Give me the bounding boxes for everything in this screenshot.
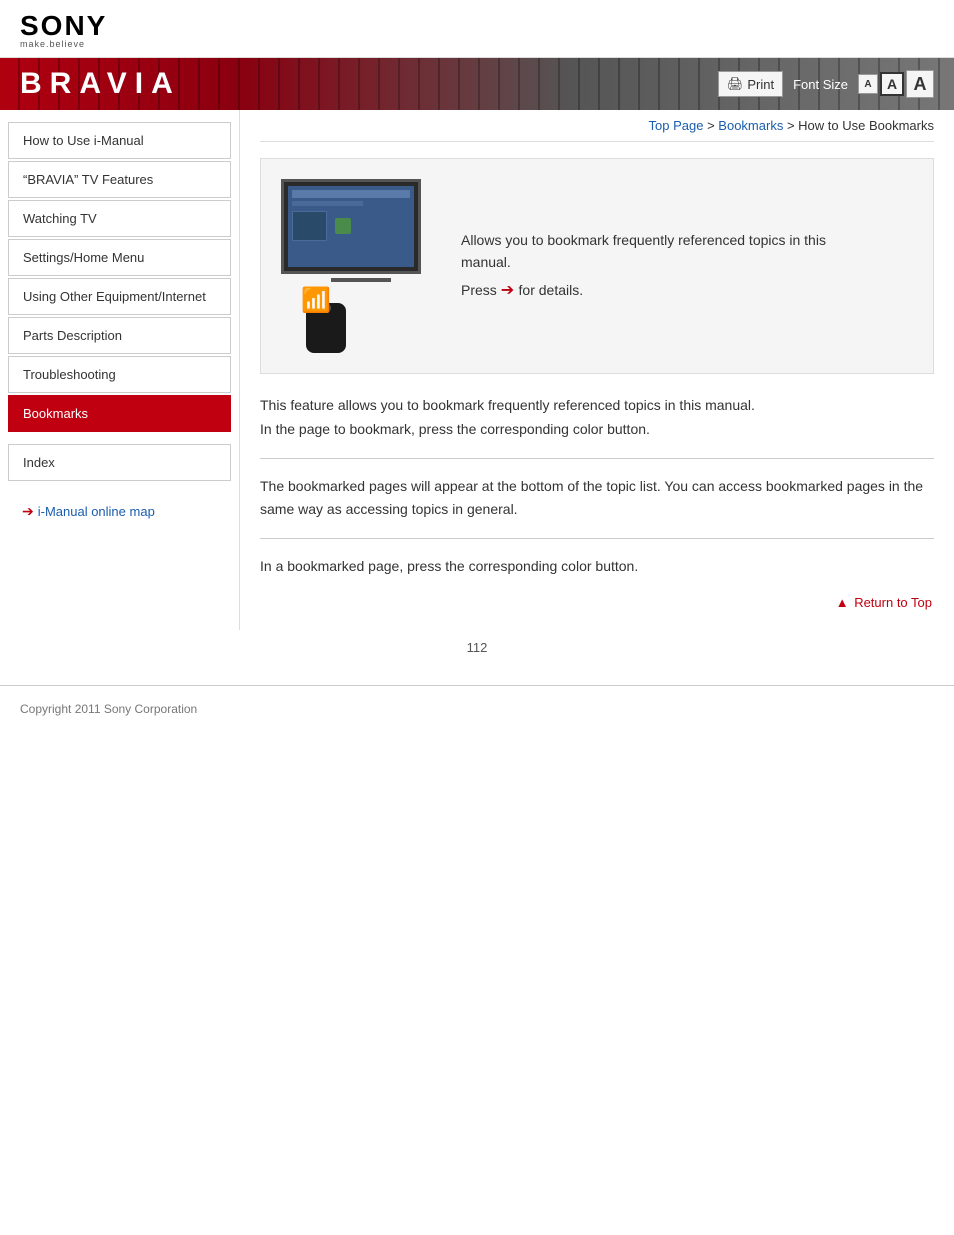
footer: Copyright 2011 Sony Corporation [0,685,954,732]
feature-text: Allows you to bookmark frequently refere… [461,229,826,303]
return-to-top[interactable]: ▲ Return to Top [260,595,934,610]
content-para-1: This feature allows you to bookmark freq… [260,394,934,418]
sidebar-item-bravia-features[interactable]: “BRAVIA” TV Features [8,161,231,198]
page-number: 112 [0,630,954,665]
sidebar-item-how-to-use[interactable]: How to Use i-Manual [8,122,231,159]
divider-1 [260,458,934,459]
breadcrumb-bookmarks[interactable]: Bookmarks [718,118,783,133]
return-top-label: Return to Top [854,595,932,610]
content-para-2: In the page to bookmark, press the corre… [260,418,934,442]
tv-screen [281,179,421,274]
breadcrumb-top-page[interactable]: Top Page [649,118,704,133]
online-map-link[interactable]: ➔ i-Manual online map [8,495,231,528]
sony-logo: SONY make.believe [20,12,934,49]
screen-element-2 [335,218,351,234]
copyright-text: Copyright 2011 Sony Corporation [20,702,197,716]
font-large-button[interactable]: A [906,70,934,98]
top-header: SONY make.believe [0,0,954,58]
content-para-4: In a bookmarked page, press the correspo… [260,555,934,579]
content-section-3: In a bookmarked page, press the correspo… [260,555,934,579]
tv-stand [331,278,391,282]
banner-controls: 🖨 Print Font Size A A A [718,70,934,98]
triangle-icon: ▲ [836,595,849,610]
sidebar-item-label: Parts Description [23,328,122,343]
main-container: How to Use i-Manual “BRAVIA” TV Features… [0,110,954,630]
sidebar-item-label: Watching TV [23,211,97,226]
content-para-3: The bookmarked pages will appear at the … [260,475,934,523]
content-section-2: The bookmarked pages will appear at the … [260,475,934,523]
screen-element [292,211,327,241]
content-section-1: This feature allows you to bookmark freq… [260,394,934,442]
sony-text: SONY [20,12,934,40]
breadcrumb-sep2: > [787,118,798,133]
sidebar-item-label: How to Use i-Manual [23,133,144,148]
divider-2 [260,538,934,539]
sidebar-item-label: Bookmarks [23,406,88,421]
sidebar-item-bookmarks[interactable]: Bookmarks [8,395,231,432]
sidebar-item-label: “BRAVIA” TV Features [23,172,153,187]
press-line: Press ➔ for details. [461,278,826,304]
font-size-controls: A A A [858,70,934,98]
bravia-banner: BRAVIA 🖨 Print Font Size A A A [0,58,954,110]
sidebar-item-label: Settings/Home Menu [23,250,144,265]
bravia-title: BRAVIA [20,67,181,101]
feature-box: 📶 Allows you to bookmark frequently refe… [260,158,934,374]
breadcrumb-sep1: > [707,118,718,133]
breadcrumb: Top Page > Bookmarks > How to Use Bookma… [260,110,934,142]
screen-bar-2 [292,201,363,206]
wifi-icon: 📶 [301,286,441,315]
tv-screen-inner [288,186,414,267]
sidebar-item-settings[interactable]: Settings/Home Menu [8,239,231,276]
font-medium-button[interactable]: A [880,72,904,96]
print-button[interactable]: 🖨 Print [718,71,783,97]
print-icon: 🖨 [727,76,744,92]
sidebar-item-parts[interactable]: Parts Description [8,317,231,354]
sidebar: How to Use i-Manual “BRAVIA” TV Features… [0,110,240,630]
font-small-button[interactable]: A [858,74,878,94]
sidebar-item-label: Troubleshooting [23,367,116,382]
right-arrow-icon: ➔ [501,282,519,299]
online-map-label: i-Manual online map [38,504,155,519]
sony-tagline: make.believe [20,40,934,49]
tv-image-container: 📶 [281,179,441,353]
screen-bar-1 [292,190,410,198]
press-suffix: for details. [519,282,584,298]
sidebar-item-label: Index [23,455,55,470]
sidebar-item-label: Using Other Equipment/Internet [23,289,206,304]
font-size-label: Font Size [793,77,848,92]
sidebar-item-watching-tv[interactable]: Watching TV [8,200,231,237]
feature-desc-line1: Allows you to bookmark frequently refere… [461,229,826,251]
screen-bottom [292,211,410,241]
sidebar-item-troubleshooting[interactable]: Troubleshooting [8,356,231,393]
sidebar-item-equipment[interactable]: Using Other Equipment/Internet [8,278,231,315]
feature-desc-line2: manual. [461,251,826,273]
breadcrumb-current: How to Use Bookmarks [798,118,934,133]
print-label: Print [747,77,774,92]
sidebar-item-index[interactable]: Index [8,444,231,481]
press-text: Press [461,282,497,298]
arrow-icon: ➔ [22,503,34,520]
content-area: Top Page > Bookmarks > How to Use Bookma… [240,110,954,630]
